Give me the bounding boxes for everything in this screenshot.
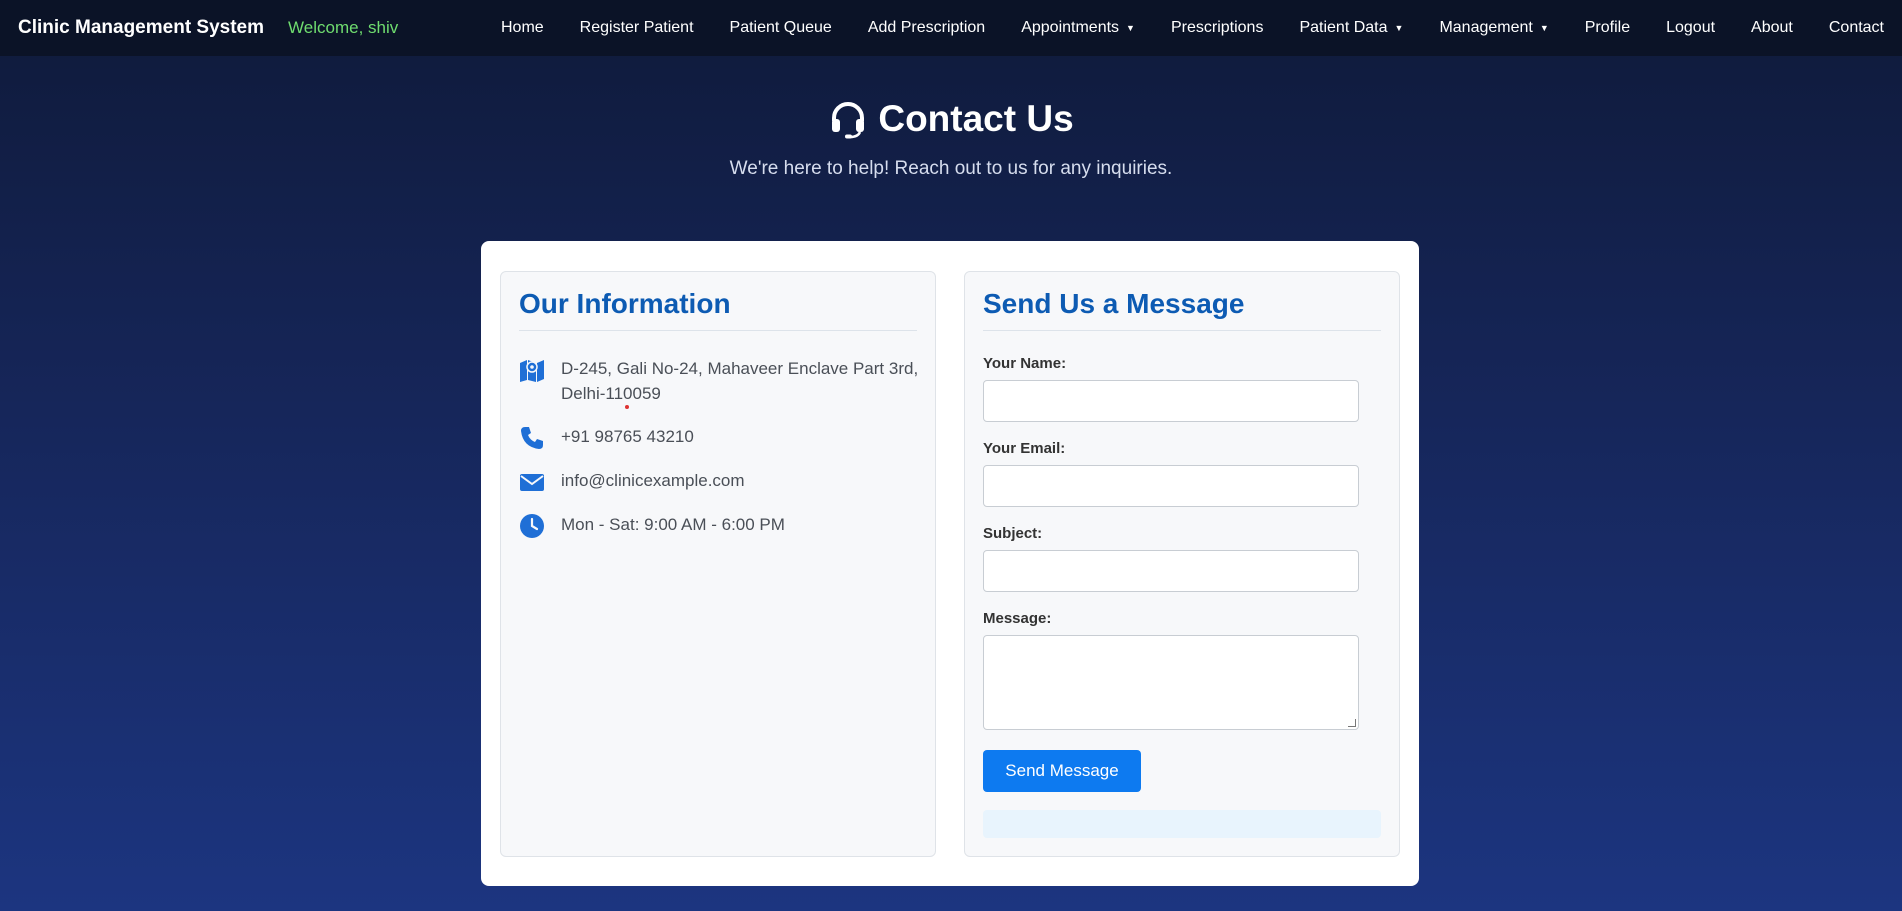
clock-icon — [520, 514, 544, 538]
nav-patient-queue[interactable]: Patient Queue — [712, 19, 850, 37]
caret-down-icon: ▼ — [1126, 23, 1135, 33]
nav-management-dropdown[interactable]: Management ▼ — [1421, 19, 1566, 37]
caret-down-icon: ▼ — [1539, 23, 1549, 33]
nav-about[interactable]: About — [1733, 19, 1811, 37]
nav-appointments-dropdown[interactable]: Appointments ▼ — [1003, 19, 1153, 37]
nav-profile[interactable]: Profile — [1567, 19, 1648, 37]
nav-contact[interactable]: Contact — [1811, 19, 1902, 37]
contact-card: Our Information D-245, Gali No-24, Mahav… — [481, 241, 1419, 886]
nav-links: Home Register Patient Patient Queue Add … — [483, 0, 1902, 56]
nav-profile-label: Profile — [1584, 19, 1631, 36]
message-form-panel: Send Us a Message Your Name: Your Email:… — [964, 271, 1400, 857]
nav-add-prescription-label: Add Prescription — [867, 19, 986, 36]
nav-about-label: About — [1751, 19, 1793, 36]
email-row: info@clinicexample.com — [519, 468, 921, 495]
resize-handle-icon[interactable] — [1348, 719, 1356, 727]
nav-add-prescription[interactable]: Add Prescription — [850, 19, 1003, 37]
headset-icon — [832, 102, 865, 139]
page-subtitle: We're here to help! Reach out to us for … — [729, 158, 1173, 179]
nav-appointments-label: Appointments — [1021, 19, 1120, 36]
brand-title[interactable]: Clinic Management System — [18, 17, 264, 39]
name-input[interactable] — [983, 380, 1359, 422]
hours-text: Mon - Sat: 9:00 AM - 6:00 PM — [561, 515, 785, 534]
nav-register-patient-label: Register Patient — [579, 19, 694, 36]
map-icon — [520, 360, 544, 382]
navbar: Clinic Management System Welcome, shiv H… — [0, 0, 1902, 56]
nav-patient-queue-label: Patient Queue — [729, 19, 832, 36]
envelope-icon — [520, 474, 544, 491]
hours-row: Mon - Sat: 9:00 AM - 6:00 PM — [519, 512, 921, 539]
nav-register-patient[interactable]: Register Patient — [562, 19, 712, 37]
nav-prescriptions[interactable]: Prescriptions — [1153, 19, 1281, 37]
page-title-text: Contact Us — [878, 98, 1074, 139]
send-message-button[interactable]: Send Message — [983, 750, 1141, 792]
nav-logout-label: Logout — [1666, 19, 1716, 36]
nav-home-label: Home — [500, 19, 544, 36]
welcome-text: Welcome, shiv — [288, 18, 399, 37]
phone-icon — [521, 427, 543, 449]
form-title: Send Us a Message — [983, 288, 1381, 331]
nav-patient-data-label: Patient Data — [1299, 19, 1388, 36]
subject-label: Subject: — [983, 525, 1043, 542]
email-input[interactable] — [983, 465, 1359, 507]
email-text: info@clinicexample.com — [561, 471, 745, 490]
message-textarea[interactable] — [983, 635, 1359, 730]
nav-contact-label: Contact — [1828, 19, 1884, 36]
message-label: Message: — [983, 610, 1052, 627]
subject-input[interactable] — [983, 550, 1359, 592]
nav-management-label: Management — [1439, 19, 1533, 36]
nav-prescriptions-label: Prescriptions — [1170, 19, 1264, 36]
page-title: Contact Us — [828, 98, 1074, 140]
red-dot-marker — [625, 405, 629, 409]
address-text: D-245, Gali No-24, Mahaveer Enclave Part… — [561, 359, 919, 403]
caret-down-icon: ▼ — [1394, 23, 1404, 33]
phone-row: +91 98765 43210 — [519, 424, 921, 451]
name-label: Your Name: — [983, 355, 1067, 372]
info-title: Our Information — [519, 288, 917, 331]
nav-patient-data-dropdown[interactable]: Patient Data ▼ — [1281, 19, 1421, 37]
address-row: D-245, Gali No-24, Mahaveer Enclave Part… — [519, 356, 921, 406]
page-header: Contact Us We're here to help! Reach out… — [0, 98, 1902, 180]
phone-text: +91 98765 43210 — [561, 427, 694, 446]
nav-logout[interactable]: Logout — [1648, 19, 1733, 37]
email-label: Your Email: — [983, 440, 1066, 457]
form-status-box — [983, 810, 1381, 838]
nav-home[interactable]: Home — [483, 19, 562, 37]
info-panel: Our Information D-245, Gali No-24, Mahav… — [500, 271, 936, 857]
